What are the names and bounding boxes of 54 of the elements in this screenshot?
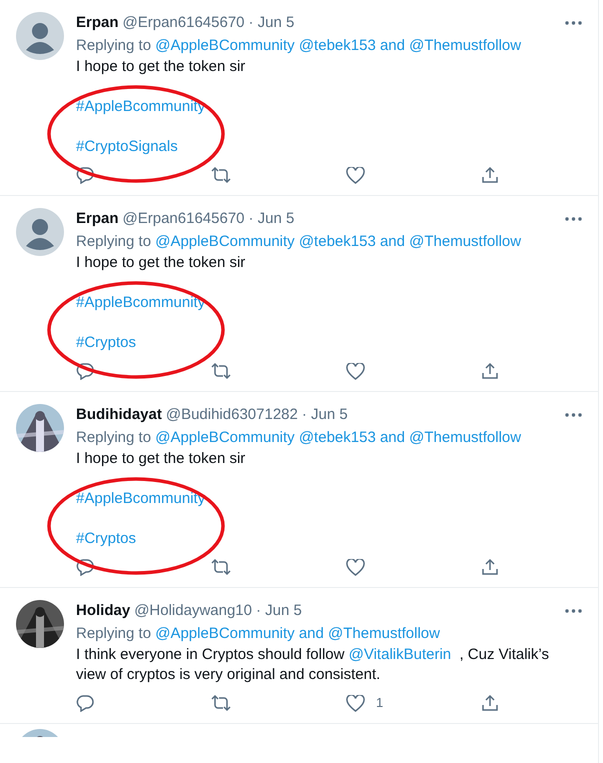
hashtag-link[interactable]: #CryptoSignals — [76, 138, 178, 155]
share-icon[interactable] — [481, 558, 499, 576]
user-name[interactable]: Erpan — [76, 209, 119, 229]
reply-icon[interactable] — [76, 166, 94, 184]
user-handle[interactable]: @Holidaywang10 — [134, 601, 252, 621]
hashtag-link[interactable]: #AppleBcommunity — [76, 294, 206, 311]
more-icon[interactable] — [565, 21, 582, 25]
share-icon[interactable] — [481, 694, 499, 712]
more-icon[interactable] — [565, 217, 582, 221]
hashtag-link[interactable]: #AppleBcommunity — [76, 98, 206, 115]
avatar-icon[interactable] — [16, 208, 64, 256]
user-handle[interactable]: @Erpan61645670 — [122, 209, 245, 229]
mention-link[interactable]: @AppleBCommunity @tebek153 and @Themustfollow — [155, 233, 522, 250]
reply-icon[interactable] — [76, 558, 94, 576]
tweet-text: I think everyone in Cryptos should follow @VitalikButerin , Cuz Vitalik’s view of cryptos is very original and consistent. — [76, 645, 550, 685]
heart-icon[interactable] — [346, 166, 365, 184]
replying-label: Replying to — [76, 233, 152, 250]
heart-icon[interactable] — [346, 558, 365, 576]
reply-icon[interactable] — [76, 362, 94, 380]
retweet-icon[interactable] — [211, 166, 231, 184]
heart-icon[interactable] — [346, 694, 365, 712]
retweet-icon[interactable] — [211, 694, 231, 712]
share-icon[interactable] — [481, 166, 499, 184]
tweet-date[interactable]: · Jun 5 — [248, 13, 294, 33]
tweet-date[interactable]: · Jun 5 — [256, 601, 302, 621]
replying-label: Replying to — [76, 37, 152, 54]
heart-icon[interactable] — [346, 362, 365, 380]
retweet-icon[interactable] — [211, 362, 231, 380]
user-handle[interactable]: @Budihid63071282 — [166, 405, 298, 425]
replying-label: Replying to — [76, 625, 152, 642]
tweet-date[interactable]: · Jun 5 — [302, 405, 348, 425]
tweet-text: I hope to get the token sir — [76, 57, 246, 77]
hashtag-link[interactable]: #Cryptos — [76, 334, 136, 351]
user-name[interactable]: Budihidayat — [76, 405, 162, 425]
share-icon[interactable] — [481, 362, 499, 380]
avatar-icon[interactable] — [16, 12, 64, 60]
replying-label: Replying to — [76, 429, 152, 446]
mention-link[interactable]: @AppleBCommunity @tebek153 and @Themustfollow — [155, 429, 522, 446]
user-handle[interactable]: @Erpan61645670 — [122, 13, 245, 33]
user-name[interactable]: Holiday — [76, 601, 130, 621]
hashtag-link[interactable]: #AppleBcommunity — [76, 490, 206, 507]
reply-icon[interactable] — [76, 694, 94, 712]
more-icon[interactable] — [565, 413, 582, 417]
user-name[interactable]: Erpan — [76, 13, 119, 33]
tweet-date[interactable]: · Jun 5 — [248, 209, 294, 229]
like-count: 1 — [376, 694, 384, 712]
retweet-icon[interactable] — [211, 558, 231, 576]
more-icon[interactable] — [565, 609, 582, 613]
mention-link[interactable]: @AppleBCommunity @tebek153 and @Themustfollow — [155, 37, 522, 54]
mention-link[interactable]: @AppleBCommunity and @Themustfollow — [155, 625, 440, 642]
tweet-text: I hope to get the token sir — [76, 449, 246, 469]
hashtag-link[interactable]: #Cryptos — [76, 530, 136, 547]
mention-link[interactable]: @VitalikButerin — [348, 646, 452, 663]
tweet-text: I hope to get the token sir — [76, 253, 246, 273]
